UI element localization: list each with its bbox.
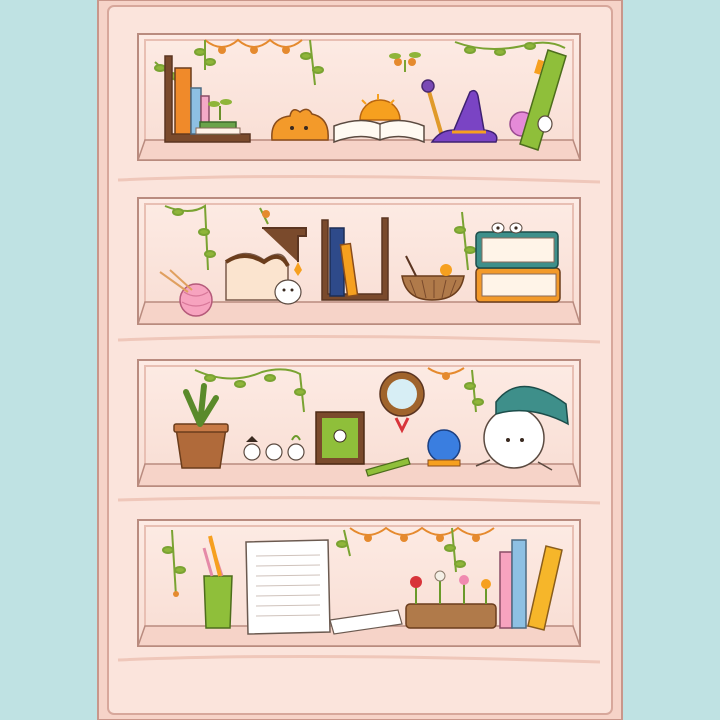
peeking-spirit (537, 115, 553, 133)
stacked-books[interactable] (475, 231, 561, 303)
crystal-ball[interactable] (427, 429, 461, 467)
game-scene (0, 0, 720, 720)
paper-stack[interactable] (245, 539, 331, 635)
framed-picture[interactable] (315, 411, 365, 465)
small-spirit (274, 279, 302, 305)
